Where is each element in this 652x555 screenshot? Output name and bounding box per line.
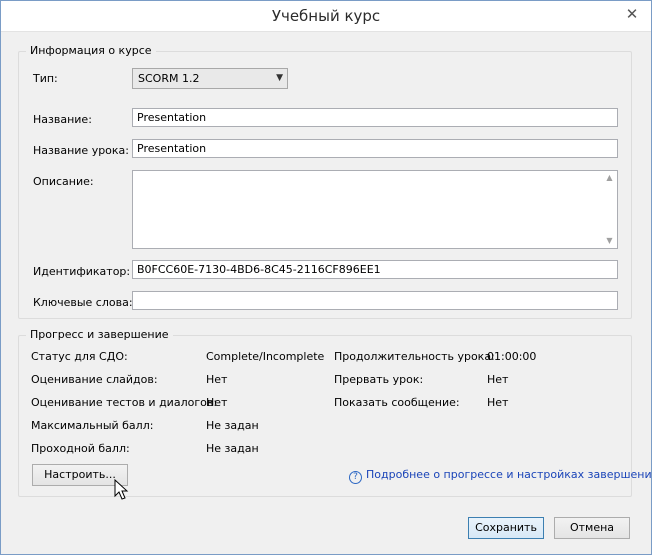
identifier-label: Идентификатор: (33, 265, 131, 278)
close-button[interactable]: ✕ (621, 5, 643, 23)
cancel-button[interactable]: Отмена (554, 517, 630, 539)
chevron-down-icon: ▼ (276, 73, 283, 83)
lesson-name-label: Название урока: (33, 144, 130, 157)
progress-legend: Прогресс и завершение (26, 328, 173, 341)
type-select[interactable]: SCORM 1.2 ▼ (132, 68, 288, 89)
duration-value: 01:00:00 (487, 350, 537, 363)
identifier-field[interactable]: B0FCC60E-7130-4BD6-8C45-2116CF896EE1 (132, 260, 618, 279)
keywords-label: Ключевые слова: (33, 296, 133, 309)
course-dialog: Учебный курс ✕ Информация о курсе Тип: S… (0, 0, 652, 555)
name-label: Название: (33, 113, 92, 126)
progress-help-link[interactable]: ? Подробнее о прогрессе и настройках заве… (349, 468, 652, 484)
name-field[interactable]: Presentation (132, 108, 618, 127)
interrupt-label: Прервать урок: (334, 373, 424, 386)
lms-status-label: Статус для СДО: (31, 350, 128, 363)
max-score-label: Максимальный балл: (31, 419, 154, 432)
interrupt-value: Нет (487, 373, 509, 386)
description-field[interactable]: ▲ ▼ (132, 170, 618, 249)
type-label: Тип: (33, 72, 58, 85)
passing-score-value: Не задан (206, 442, 259, 455)
type-select-value: SCORM 1.2 (138, 72, 200, 85)
course-info-legend: Информация о курсе (26, 44, 156, 57)
title-bar: Учебный курс ✕ (1, 1, 651, 32)
quiz-grading-label: Оценивание тестов и диалогов: (31, 396, 218, 409)
close-icon: ✕ (625, 5, 639, 23)
show-message-value: Нет (487, 396, 509, 409)
description-label: Описание: (33, 175, 94, 188)
duration-label: Продолжительность урока: (334, 350, 495, 363)
slide-grading-value: Нет (206, 373, 228, 386)
lesson-name-field[interactable]: Presentation (132, 139, 618, 158)
mouse-pointer-icon (114, 479, 129, 500)
quiz-grading-value: Нет (206, 396, 228, 409)
progress-help-link-text: Подробнее о прогрессе и настройках завер… (366, 468, 652, 481)
passing-score-label: Проходной балл: (31, 442, 130, 455)
keywords-field[interactable] (132, 291, 618, 310)
slide-grading-label: Оценивание слайдов: (31, 373, 158, 386)
scroll-down-icon[interactable]: ▼ (602, 234, 617, 248)
lms-status-value: Complete/Incomplete (206, 350, 325, 363)
max-score-value: Не задан (206, 419, 259, 432)
save-button[interactable]: Сохранить (468, 517, 544, 539)
window-title: Учебный курс (271, 7, 381, 25)
scroll-up-icon[interactable]: ▲ (602, 171, 617, 185)
description-scrollbar[interactable]: ▲ ▼ (602, 171, 617, 248)
help-icon: ? (349, 471, 362, 484)
show-message-label: Показать сообщение: (334, 396, 460, 409)
